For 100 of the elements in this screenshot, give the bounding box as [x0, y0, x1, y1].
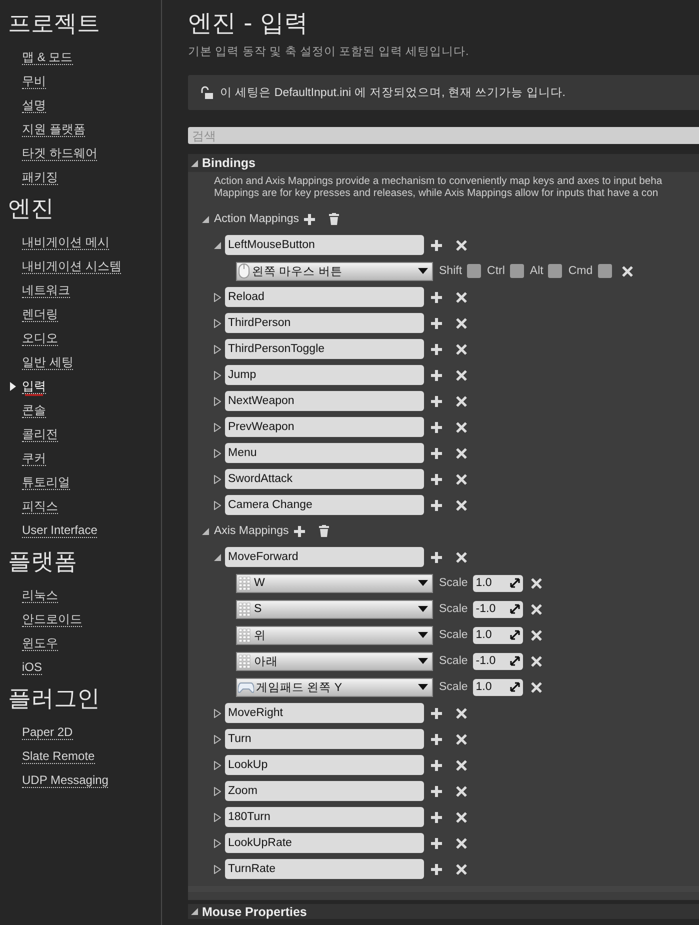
- add-button[interactable]: [294, 526, 305, 536]
- remove-button[interactable]: [456, 474, 467, 484]
- sidebar-link[interactable]: Paper 2D: [22, 724, 73, 740]
- add-button[interactable]: [431, 422, 442, 432]
- key-dropdown[interactable]: S: [236, 600, 433, 618]
- mapping-name-field[interactable]: ThirdPerson: [225, 313, 424, 333]
- modifier-checkbox[interactable]: [548, 264, 562, 278]
- remove-button[interactable]: [456, 838, 467, 848]
- remove-button[interactable]: [456, 370, 467, 380]
- sidebar-link[interactable]: 안드로이드: [22, 612, 82, 626]
- sidebar-link[interactable]: 네트워크: [22, 282, 70, 298]
- remove-button[interactable]: [456, 760, 467, 770]
- remove-button[interactable]: [456, 292, 467, 302]
- add-button[interactable]: [431, 292, 442, 302]
- search-field[interactable]: 검색: [188, 127, 699, 144]
- expand-arrow-icon[interactable]: [214, 422, 221, 432]
- add-button[interactable]: [431, 474, 442, 484]
- key-dropdown[interactable]: 게임패드 왼쪽 Y: [236, 678, 433, 696]
- sidebar-link[interactable]: 일반 세팅: [22, 354, 74, 370]
- mapping-name-field[interactable]: LookUp: [225, 755, 424, 775]
- sidebar-link[interactable]: 리눅스: [22, 588, 58, 602]
- remove-button[interactable]: [456, 344, 467, 354]
- remove-button[interactable]: [530, 682, 542, 692]
- mapping-name-field[interactable]: Turn: [225, 729, 424, 749]
- expand-arrow-icon[interactable]: [214, 344, 221, 354]
- add-button[interactable]: [431, 708, 442, 718]
- key-dropdown[interactable]: 아래: [236, 652, 433, 670]
- sidebar-link[interactable]: 지원 플랫폼: [22, 122, 86, 136]
- add-button[interactable]: [431, 370, 442, 380]
- key-dropdown[interactable]: 왼쪽 마우스 버튼: [236, 262, 433, 280]
- sidebar-link[interactable]: 내비게이션 메시: [22, 234, 110, 250]
- remove-button[interactable]: [456, 448, 467, 458]
- expand-arrow-icon[interactable]: [214, 500, 221, 510]
- expand-arrow-icon[interactable]: [214, 708, 221, 718]
- collapse-arrow-icon[interactable]: [191, 160, 198, 166]
- add-button[interactable]: [431, 760, 442, 770]
- mapping-name-field[interactable]: Jump: [225, 365, 424, 385]
- sidebar-link[interactable]: 타겟 하드웨어: [22, 146, 98, 160]
- sidebar-link[interactable]: 쿠커: [22, 450, 46, 466]
- add-button[interactable]: [431, 864, 442, 874]
- mapping-name-field[interactable]: SwordAttack: [225, 469, 424, 489]
- add-button[interactable]: [431, 786, 442, 796]
- sidebar-link[interactable]: 패키징: [22, 170, 58, 184]
- expand-arrow-icon[interactable]: [214, 812, 221, 822]
- sidebar-link[interactable]: Slate Remote: [22, 748, 95, 764]
- mapping-name-field[interactable]: ThirdPersonToggle: [225, 339, 424, 359]
- remove-button[interactable]: [456, 500, 467, 510]
- expand-arrow-icon[interactable]: [214, 448, 221, 458]
- sidebar-link[interactable]: 무비: [22, 74, 46, 88]
- expand-arrow-icon[interactable]: [214, 554, 221, 560]
- mapping-name-field[interactable]: PrevWeapon: [225, 417, 424, 437]
- add-button[interactable]: [431, 344, 442, 354]
- remove-button[interactable]: [530, 604, 542, 614]
- modifier-checkbox[interactable]: [510, 264, 524, 278]
- sidebar-link[interactable]: iOS: [22, 660, 42, 674]
- add-button[interactable]: [431, 318, 442, 328]
- remove-button[interactable]: [456, 240, 467, 250]
- sidebar-link[interactable]: 윈도우: [22, 636, 58, 650]
- mapping-name-field[interactable]: Zoom: [225, 781, 424, 801]
- remove-button[interactable]: [456, 864, 467, 874]
- expand-arrow-icon[interactable]: [214, 474, 221, 484]
- sidebar-link[interactable]: 튜토리얼: [22, 474, 70, 490]
- remove-button[interactable]: [456, 786, 467, 796]
- scale-field[interactable]: 1.0: [472, 626, 523, 644]
- key-dropdown[interactable]: 위: [236, 626, 433, 644]
- mapping-name-field[interactable]: NextWeapon: [225, 391, 424, 411]
- expand-arrow-icon[interactable]: [214, 838, 221, 848]
- collapse-arrow-icon[interactable]: [202, 216, 209, 222]
- sidebar-link[interactable]: 맵 & 모드: [22, 50, 73, 64]
- add-button[interactable]: [431, 396, 442, 406]
- remove-button[interactable]: [530, 656, 542, 666]
- sidebar-link[interactable]: UDP Messaging: [22, 772, 108, 788]
- remove-button[interactable]: [456, 318, 467, 328]
- sidebar-link[interactable]: 콜리전: [22, 426, 58, 442]
- add-button[interactable]: [431, 240, 442, 250]
- remove-button[interactable]: [456, 812, 467, 822]
- scale-field[interactable]: 1.0: [472, 678, 523, 696]
- mapping-name-field[interactable]: MoveForward: [225, 547, 424, 567]
- add-button[interactable]: [431, 552, 442, 562]
- remove-button[interactable]: [530, 578, 542, 588]
- remove-button[interactable]: [456, 396, 467, 406]
- mapping-name-field[interactable]: 180Turn: [225, 807, 424, 827]
- add-button[interactable]: [431, 734, 442, 744]
- mapping-name-field[interactable]: Menu: [225, 443, 424, 463]
- key-dropdown[interactable]: W: [236, 574, 433, 592]
- remove-button[interactable]: [456, 734, 467, 744]
- expand-arrow-icon[interactable]: [214, 786, 221, 796]
- scale-field[interactable]: 1.0: [472, 574, 523, 592]
- mapping-name-field[interactable]: LookUpRate: [225, 833, 424, 853]
- remove-button[interactable]: [456, 422, 467, 432]
- collapse-arrow-icon[interactable]: [191, 908, 198, 915]
- mapping-name-field[interactable]: MoveRight: [225, 703, 424, 723]
- scale-field[interactable]: -1.0: [472, 600, 523, 618]
- expand-arrow-icon[interactable]: [214, 760, 221, 770]
- add-button[interactable]: [431, 812, 442, 822]
- modifier-checkbox[interactable]: [598, 264, 612, 278]
- mapping-name-field[interactable]: Reload: [225, 287, 424, 307]
- add-button[interactable]: [431, 500, 442, 510]
- expand-arrow-icon[interactable]: [214, 734, 221, 744]
- add-button[interactable]: [431, 448, 442, 458]
